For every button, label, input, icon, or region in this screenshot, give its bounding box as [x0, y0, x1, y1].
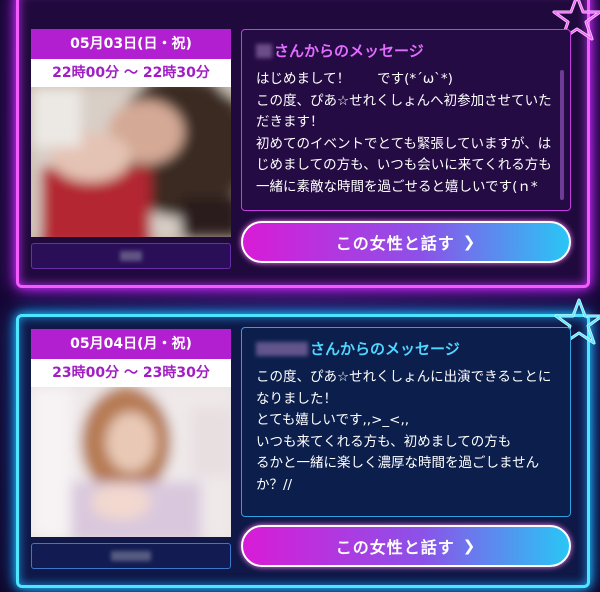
performer-name — [31, 543, 231, 569]
message-title: さんからのメッセージ — [256, 40, 556, 61]
message-text: この度、ぴあ☆せれくしょんに出演できることになりました！ とても嬉しいです,,>… — [256, 369, 552, 493]
performer-name — [31, 243, 231, 269]
message-scrollbar[interactable] — [560, 70, 564, 200]
event-card-1: 05月03日(日・祝) 22時00分 ～ 22時30分 さんからのメッセージ は… — [16, 0, 600, 288]
event-date: 05月04日(月・祝) — [31, 329, 231, 359]
schedule-box: 05月03日(日・祝) 22時00分 ～ 22時30分 — [31, 29, 231, 269]
message-title: さんからのメッセージ — [256, 338, 556, 359]
talk-button[interactable]: この女性と話す ❯ — [241, 221, 571, 263]
event-date: 05月03日(日・祝) — [31, 29, 231, 59]
talk-button[interactable]: この女性と話す ❯ — [241, 525, 571, 567]
chevron-right-icon: ❯ — [462, 233, 477, 251]
schedule-box: 05月04日(月・祝) 23時00分 ～ 23時30分 — [31, 329, 231, 569]
profile-photo[interactable] — [31, 87, 231, 237]
message-text: はじめまして！ です(*´ω`*) この度、ぴあ☆せれくしょんへ初参加させていた… — [256, 71, 552, 195]
message-box: さんからのメッセージ はじめまして！ です(*´ω`*) この度、ぴあ☆せれくし… — [241, 29, 571, 211]
profile-photo[interactable] — [31, 387, 231, 537]
event-card-2: 05月04日(月・祝) 23時00分 ～ 23時30分 さんからのメッセージ こ… — [16, 298, 600, 588]
event-time: 23時00分 ～ 23時30分 — [31, 359, 231, 387]
event-time: 22時00分 ～ 22時30分 — [31, 59, 231, 87]
chevron-right-icon: ❯ — [462, 537, 477, 555]
message-box: さんからのメッセージ この度、ぴあ☆せれくしょんに出演できることになりました！ … — [241, 327, 571, 517]
